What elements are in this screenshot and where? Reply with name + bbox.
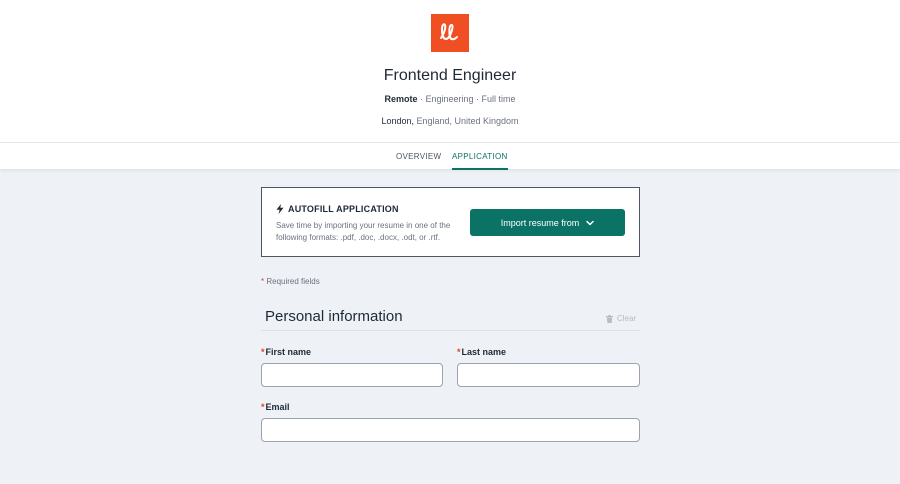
job-header: Frontend Engineer Remote · Engineering ·… bbox=[0, 0, 900, 142]
required-star: * bbox=[457, 347, 461, 357]
required-star: * bbox=[261, 402, 265, 412]
job-location: London, England, United Kingdom bbox=[0, 116, 900, 126]
company-logo[interactable] bbox=[431, 14, 469, 52]
first-name-input[interactable] bbox=[261, 363, 443, 387]
import-resume-button[interactable]: Import resume from bbox=[470, 209, 625, 236]
last-name-label-text: Last name bbox=[461, 347, 507, 357]
job-meta-rest: · Engineering · Full time bbox=[417, 94, 516, 104]
job-location-rest: England, United Kingdom bbox=[413, 116, 519, 126]
autofill-description: Save time by importing your resume in on… bbox=[276, 221, 451, 242]
required-star: * bbox=[261, 347, 265, 357]
last-name-label: *Last name bbox=[457, 347, 506, 357]
autofill-title: AUTOFILL APPLICATION bbox=[288, 204, 399, 214]
email-label: *Email bbox=[261, 402, 290, 412]
job-location-city: London, bbox=[381, 116, 414, 126]
section-divider bbox=[261, 330, 640, 331]
job-meta: Remote · Engineering · Full time bbox=[0, 94, 900, 104]
trash-icon bbox=[606, 314, 613, 323]
autofill-card: AUTOFILL APPLICATION Save time by import… bbox=[261, 187, 640, 257]
posting-tabs: OVERVIEW APPLICATION bbox=[0, 142, 900, 170]
email-input[interactable] bbox=[261, 418, 640, 442]
required-fields-note: * Required fields bbox=[261, 277, 320, 286]
lightning-bolt-icon bbox=[276, 204, 284, 214]
lever-ll-logo-icon bbox=[440, 23, 458, 41]
email-label-text: Email bbox=[265, 402, 290, 412]
required-note-text: Required fields bbox=[264, 277, 320, 286]
chevron-down-icon bbox=[586, 220, 595, 225]
clear-label: Clear bbox=[617, 314, 637, 323]
clear-button[interactable]: Clear bbox=[606, 314, 636, 323]
first-name-label-text: First name bbox=[265, 347, 312, 357]
tab-overview[interactable]: OVERVIEW bbox=[396, 143, 441, 170]
first-name-label: *First name bbox=[261, 347, 311, 357]
autofill-heading: AUTOFILL APPLICATION bbox=[276, 204, 399, 214]
job-title: Frontend Engineer bbox=[383, 67, 517, 84]
section-title-personal-information: Personal information bbox=[265, 308, 403, 325]
tab-application[interactable]: APPLICATION bbox=[452, 143, 508, 170]
last-name-input[interactable] bbox=[457, 363, 640, 387]
import-resume-label: Import resume from bbox=[500, 217, 580, 228]
work-type: Remote bbox=[384, 94, 418, 104]
